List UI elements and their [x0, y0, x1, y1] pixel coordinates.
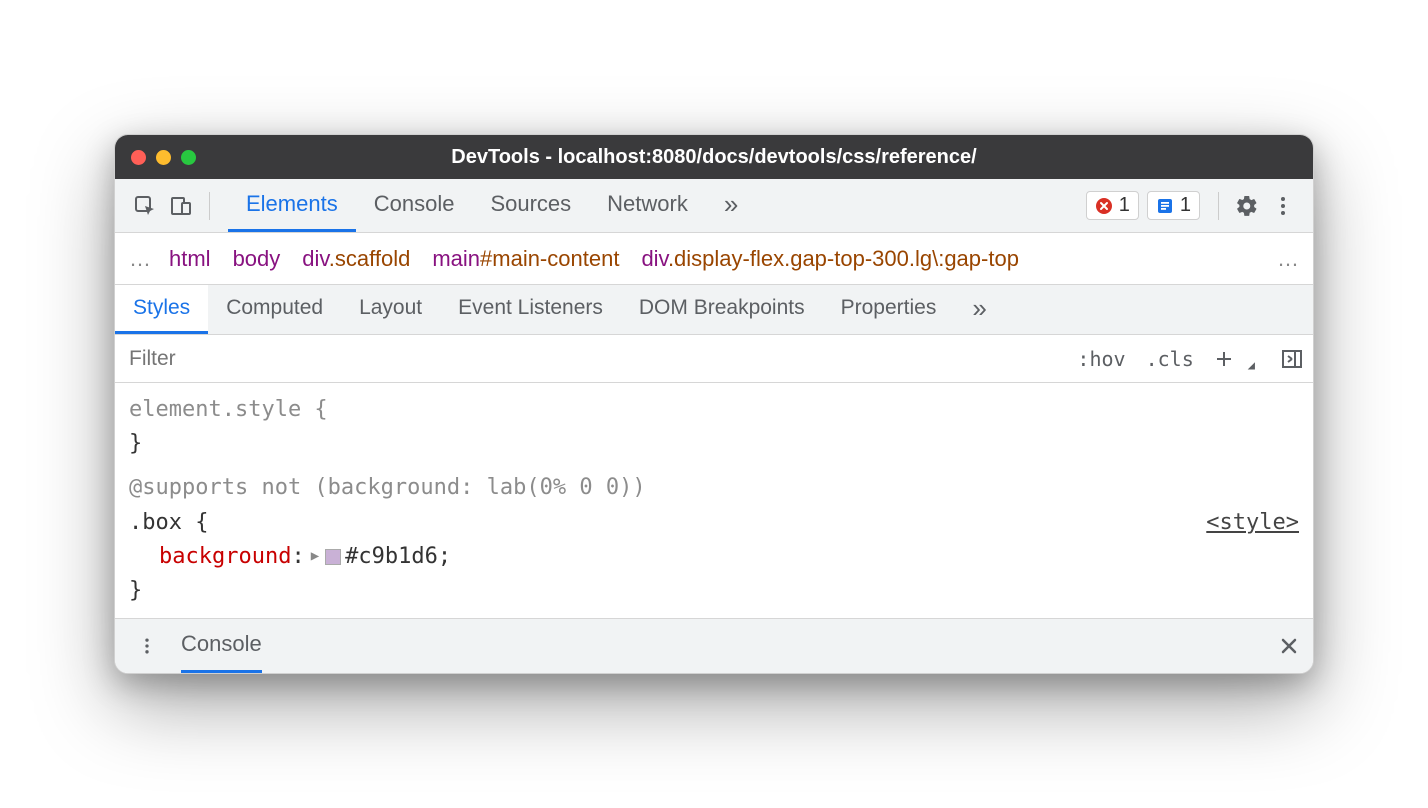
issues-badge[interactable]: 1: [1147, 191, 1200, 220]
traffic-lights: [131, 150, 196, 165]
breadcrumb: … html body div.scaffold main#main-conte…: [115, 233, 1313, 285]
error-count: 1: [1119, 194, 1130, 217]
drawer: Console: [115, 619, 1313, 673]
subtab-event-listeners[interactable]: Event Listeners: [440, 285, 621, 334]
rule-header: .box { <style>: [129, 506, 1299, 540]
device-toolbar-icon[interactable]: [163, 188, 199, 224]
more-subtabs-button[interactable]: »: [954, 285, 1004, 334]
error-badge[interactable]: 1: [1086, 191, 1139, 220]
hov-toggle[interactable]: :hov: [1067, 347, 1135, 371]
issues-count: 1: [1180, 194, 1191, 217]
tab-console[interactable]: Console: [356, 179, 473, 232]
tab-sources[interactable]: Sources: [472, 179, 589, 232]
styles-pane: element.style { } @supports not (backgro…: [115, 383, 1313, 619]
breadcrumb-item[interactable]: html: [169, 246, 211, 272]
inspect-element-icon[interactable]: [127, 188, 163, 224]
drawer-more-icon[interactable]: [129, 628, 165, 664]
close-window-button[interactable]: [131, 150, 146, 165]
window-title: DevTools - localhost:8080/docs/devtools/…: [115, 146, 1313, 169]
tab-elements[interactable]: Elements: [228, 179, 356, 232]
color-swatch[interactable]: [325, 549, 341, 565]
zoom-window-button[interactable]: [181, 150, 196, 165]
breadcrumb-item[interactable]: body: [233, 246, 281, 272]
breadcrumb-ellipsis-right[interactable]: …: [1277, 246, 1299, 272]
expand-shorthand-icon[interactable]: ▶: [311, 546, 319, 568]
breadcrumb-ellipsis-left[interactable]: …: [129, 246, 151, 272]
breadcrumb-item[interactable]: div.display-flex.gap-top-300.lg\:gap-top: [641, 246, 1019, 272]
issues-icon: [1156, 197, 1174, 215]
breadcrumb-item[interactable]: main#main-content: [432, 246, 619, 272]
drawer-tab-console[interactable]: Console: [181, 619, 262, 673]
toolbar-separator: [209, 192, 210, 220]
minimize-window-button[interactable]: [156, 150, 171, 165]
subtab-properties[interactable]: Properties: [823, 285, 955, 334]
titlebar: DevTools - localhost:8080/docs/devtools/…: [115, 135, 1313, 179]
element-style-selector[interactable]: element.style {: [129, 393, 1299, 427]
subtab-computed[interactable]: Computed: [208, 285, 341, 334]
toolbar-separator: [1218, 192, 1219, 220]
toolbar: Elements Console Sources Network » 1 1: [115, 179, 1313, 233]
css-property-name[interactable]: background: [159, 540, 291, 574]
css-property-value[interactable]: #c9b1d6: [345, 540, 438, 574]
subtab-dom-breakpoints[interactable]: DOM Breakpoints: [621, 285, 823, 334]
styles-filter-row: :hov .cls ◢: [115, 335, 1313, 383]
subtab-layout[interactable]: Layout: [341, 285, 440, 334]
devtools-window: DevTools - localhost:8080/docs/devtools/…: [114, 134, 1314, 674]
supports-rule[interactable]: @supports not (background: lab(0% 0 0)): [129, 471, 1299, 505]
close-drawer-button[interactable]: [1279, 636, 1299, 656]
styles-subtabs: Styles Computed Layout Event Listeners D…: [115, 285, 1313, 335]
rule-selector[interactable]: .box {: [129, 506, 208, 540]
styles-filter-input[interactable]: [115, 335, 1067, 382]
cls-toggle[interactable]: .cls: [1136, 347, 1204, 371]
element-style-close: }: [129, 427, 1299, 461]
more-tabs-button[interactable]: »: [706, 179, 756, 232]
subtab-styles[interactable]: Styles: [115, 285, 208, 334]
error-icon: [1095, 197, 1113, 215]
settings-icon[interactable]: [1229, 188, 1265, 224]
rule-close: }: [129, 574, 1299, 608]
css-declaration[interactable]: background: ▶ #c9b1d6;: [129, 540, 1299, 574]
breadcrumb-item[interactable]: div.scaffold: [302, 246, 410, 272]
more-menu-icon[interactable]: [1265, 188, 1301, 224]
rule-source-link[interactable]: <style>: [1206, 506, 1299, 540]
toggle-computed-sidebar-icon[interactable]: [1271, 348, 1313, 370]
tab-network[interactable]: Network: [589, 179, 706, 232]
new-style-rule-dropdown[interactable]: ◢: [1238, 358, 1265, 372]
main-tabs: Elements Console Sources Network »: [228, 179, 756, 232]
